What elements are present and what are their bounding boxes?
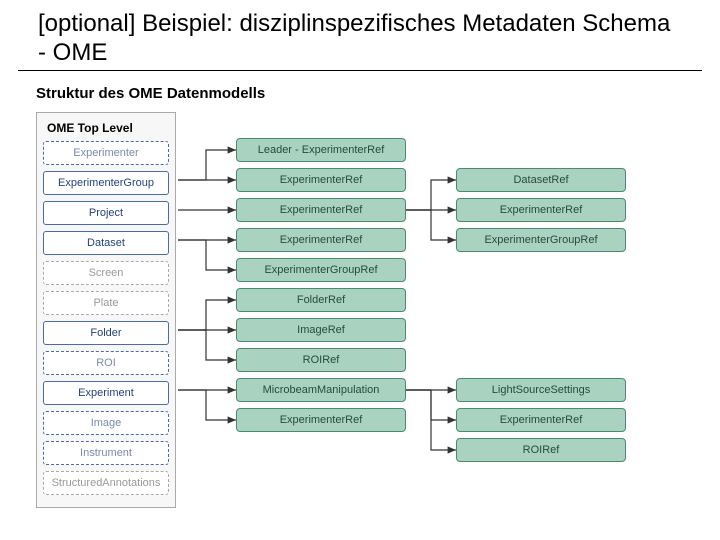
node-instrument: Instrument — [43, 441, 169, 465]
node-experimenter-group-ref-b: ExperimenterGroupRef — [456, 228, 626, 252]
node-folder-ref: FolderRef — [236, 288, 406, 312]
node-image-ref: ImageRef — [236, 318, 406, 342]
node-leader-experimenter-ref: Leader - ExperimenterRef — [236, 138, 406, 162]
node-experimenter: Experimenter — [43, 141, 169, 165]
node-structured-annotations: StructuredAnnotations — [43, 471, 169, 495]
node-dataset: Dataset — [43, 231, 169, 255]
node-experimenter-ref-a: ExperimenterRef — [236, 168, 406, 192]
node-roi-ref: ROIRef — [236, 348, 406, 372]
node-screen: Screen — [43, 261, 169, 285]
node-project: Project — [43, 201, 169, 225]
node-experimenter-ref-c: ExperimenterRef — [236, 228, 406, 252]
node-image: Image — [43, 411, 169, 435]
node-dataset-ref: DatasetRef — [456, 168, 626, 192]
node-roi-ref-b: ROIRef — [456, 438, 626, 462]
page-title: [optional] Beispiel: disziplinspezifisch… — [18, 0, 702, 71]
node-plate: Plate — [43, 291, 169, 315]
page-subtitle: Struktur des OME Datenmodells — [0, 85, 720, 112]
node-experimenter-ref-d: ExperimenterRef — [236, 408, 406, 432]
node-experimenter-group-ref: ExperimenterGroupRef — [236, 258, 406, 282]
node-experiment: Experiment — [43, 381, 169, 405]
node-experimenter-ref-b: ExperimenterRef — [236, 198, 406, 222]
ome-top-level-panel: OME Top Level Experimenter ExperimenterG… — [36, 112, 176, 508]
node-experimenter-ref-f: ExperimenterRef — [456, 408, 626, 432]
node-experimenter-ref-e: ExperimenterRef — [456, 198, 626, 222]
node-experimenter-group: ExperimenterGroup — [43, 171, 169, 195]
node-folder: Folder — [43, 321, 169, 345]
diagram-canvas: OME Top Level Experimenter ExperimenterG… — [36, 112, 696, 532]
node-microbeam-manipulation: MicrobeamManipulation — [236, 378, 406, 402]
panel-title: OME Top Level — [43, 119, 169, 141]
node-light-source-settings: LightSourceSettings — [456, 378, 626, 402]
node-roi: ROI — [43, 351, 169, 375]
